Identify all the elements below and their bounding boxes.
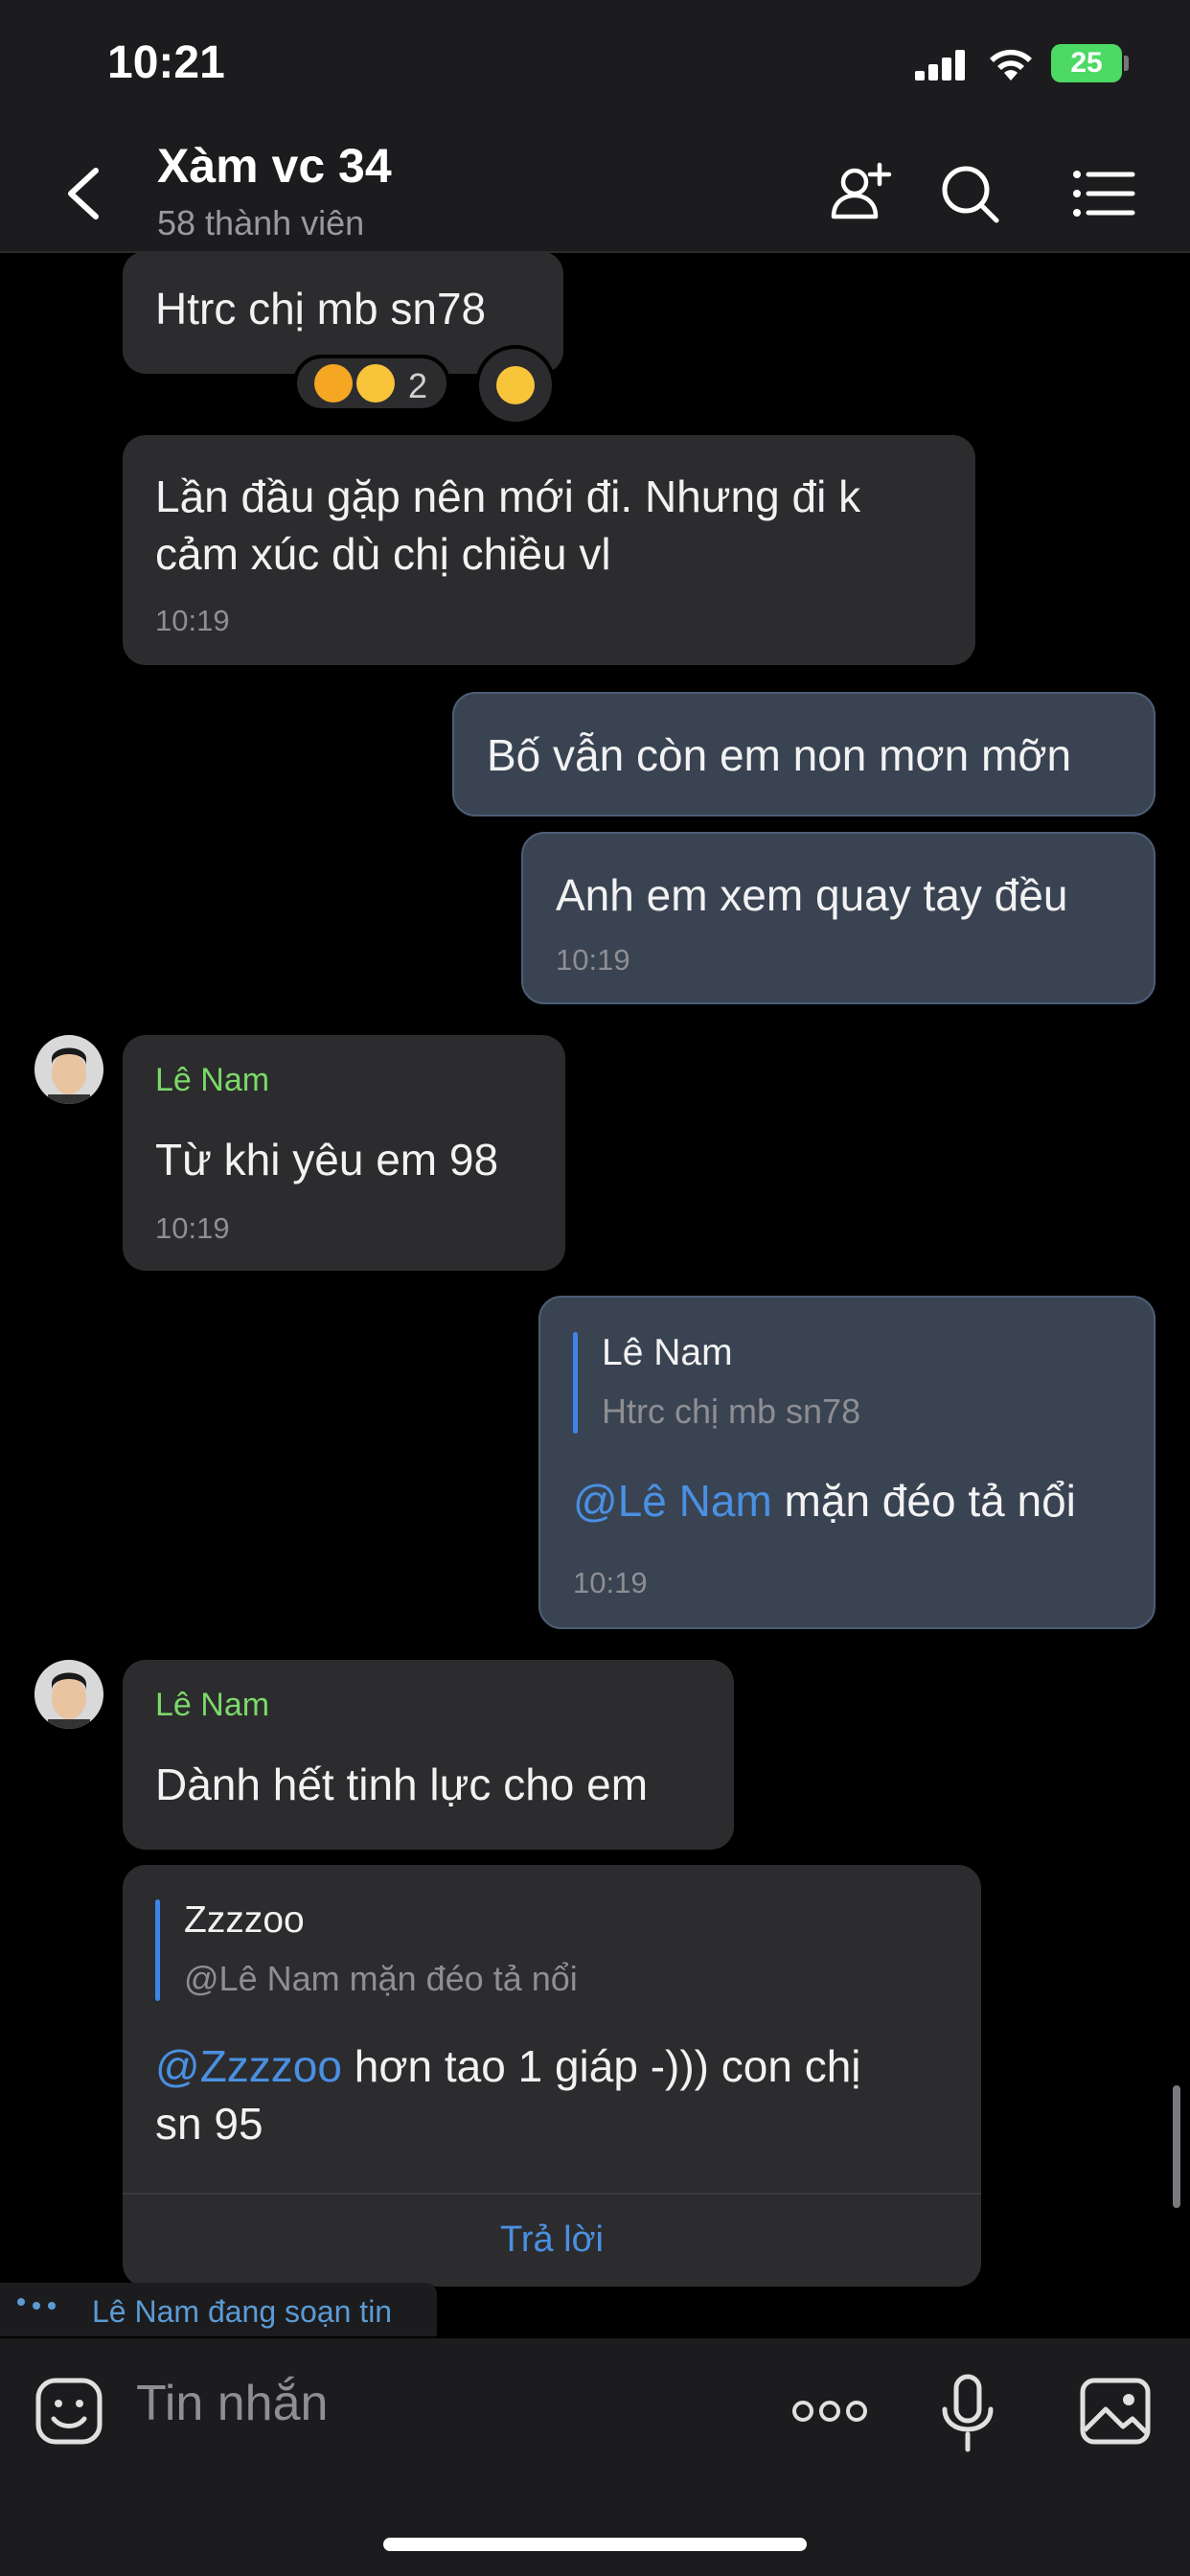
message-time: 10:19: [155, 1211, 230, 1245]
home-indicator[interactable]: [383, 2538, 807, 2551]
typing-dot: [48, 2302, 56, 2310]
reply-message-bubble[interactable]: Zzzzoo @Lê Nam mặn đéo tả nổi @Zzzzoo hơ…: [123, 1865, 981, 2287]
back-arrow-icon[interactable]: [57, 163, 115, 224]
message-text-line: sn 95: [155, 2099, 263, 2149]
wifi-icon: [990, 49, 1032, 80]
message-text-line: @Zzzzoo hơn tao 1 giáp -))) con chị: [155, 2041, 861, 2091]
quoted-text: @Lê Nam mặn đéo tả nổi: [184, 1959, 578, 1998]
add-reaction-button[interactable]: [475, 345, 556, 426]
message-text: Từ khi yêu em 98: [155, 1135, 499, 1184]
typing-dot: [17, 2298, 25, 2306]
sender-name[interactable]: Lê Nam: [155, 1062, 269, 1099]
cellular-signal-icon: [915, 50, 965, 80]
message-time: 10:19: [155, 604, 230, 637]
my-message-bubble[interactable]: Bố vẫn còn em non mơn mỡn: [452, 692, 1156, 816]
message-time: 10:19: [556, 943, 630, 977]
sender-name[interactable]: Lê Nam: [155, 1687, 269, 1724]
message-bubble[interactable]: Lần đầu gặp nên mới đi. Nhưng đi k cảm x…: [123, 435, 975, 665]
dizzy-emoji-icon: [356, 364, 395, 402]
battery-indicator: 25: [1051, 44, 1122, 82]
message-text: Bố vẫn còn em non mơn mỡn: [487, 730, 1072, 780]
quote-bar: [155, 1899, 160, 2001]
message-text: Anh em xem quay tay đều: [556, 870, 1068, 920]
message-bubble[interactable]: Lê Nam Dành hết tinh lực cho em: [123, 1660, 734, 1850]
laughing-emoji-icon: [314, 364, 353, 402]
battery-tip: [1124, 56, 1129, 71]
scrollbar[interactable]: [1173, 2085, 1180, 2208]
chat-header: Xàm vc 34 58 thành viên: [0, 134, 1190, 253]
member-count[interactable]: 58 thành viên: [157, 203, 364, 243]
message-input[interactable]: Tin nhắn: [136, 2375, 328, 2432]
typing-dot: [33, 2302, 40, 2310]
mention-link[interactable]: @Zzzzoo: [155, 2041, 342, 2091]
mention-link[interactable]: @Lê Nam: [573, 1476, 772, 1526]
search-icon[interactable]: [933, 157, 1006, 230]
quote-bar: [573, 1332, 578, 1434]
reaction-emoji-icon: [496, 366, 535, 404]
message-text: Htrc chị mb sn78: [155, 284, 487, 334]
quoted-text: Htrc chị mb sn78: [602, 1392, 861, 1431]
typing-text: Lê Nam đang soạn tin: [92, 2294, 393, 2329]
add-member-icon[interactable]: [826, 157, 899, 230]
message-bubble[interactable]: Lê Nam Từ khi yêu em 98 10:19: [123, 1035, 565, 1271]
typing-indicator: Lê Nam đang soạn tin: [0, 2283, 437, 2336]
menu-list-icon[interactable]: [1067, 157, 1140, 230]
quote-sender: Lê Nam: [602, 1332, 733, 1373]
message-time: 10:19: [573, 1566, 648, 1599]
more-options-icon[interactable]: [790, 2394, 870, 2428]
image-icon[interactable]: [1079, 2377, 1152, 2446]
status-bar: 10:21 25: [0, 0, 1190, 134]
group-title[interactable]: Xàm vc 34: [157, 138, 392, 194]
my-reply-message-bubble[interactable]: Lê Nam Htrc chị mb sn78 @Lê Nam mặn đéo …: [538, 1296, 1156, 1629]
message-text-line: Lần đầu gặp nên mới đi. Nhưng đi k: [155, 472, 861, 521]
sticker-icon[interactable]: [33, 2375, 105, 2448]
reaction-summary[interactable]: 2: [293, 355, 450, 412]
avatar[interactable]: [34, 1660, 103, 1729]
message-text: Dành hết tinh lực cho em: [155, 1760, 649, 1809]
reply-button[interactable]: Trả lời: [123, 2195, 981, 2285]
microphone-icon[interactable]: [939, 2373, 996, 2453]
my-message-bubble[interactable]: Anh em xem quay tay đều 10:19: [521, 832, 1156, 1004]
status-time: 10:21: [107, 37, 225, 88]
message-text-line: cảm xúc dù chị chiều vl: [155, 529, 611, 579]
quote-sender: Zzzzoo: [184, 1899, 305, 1941]
reaction-count: 2: [408, 366, 428, 405]
avatar[interactable]: [34, 1035, 103, 1104]
message-text: @Lê Nam mặn đéo tả nổi: [573, 1476, 1076, 1526]
